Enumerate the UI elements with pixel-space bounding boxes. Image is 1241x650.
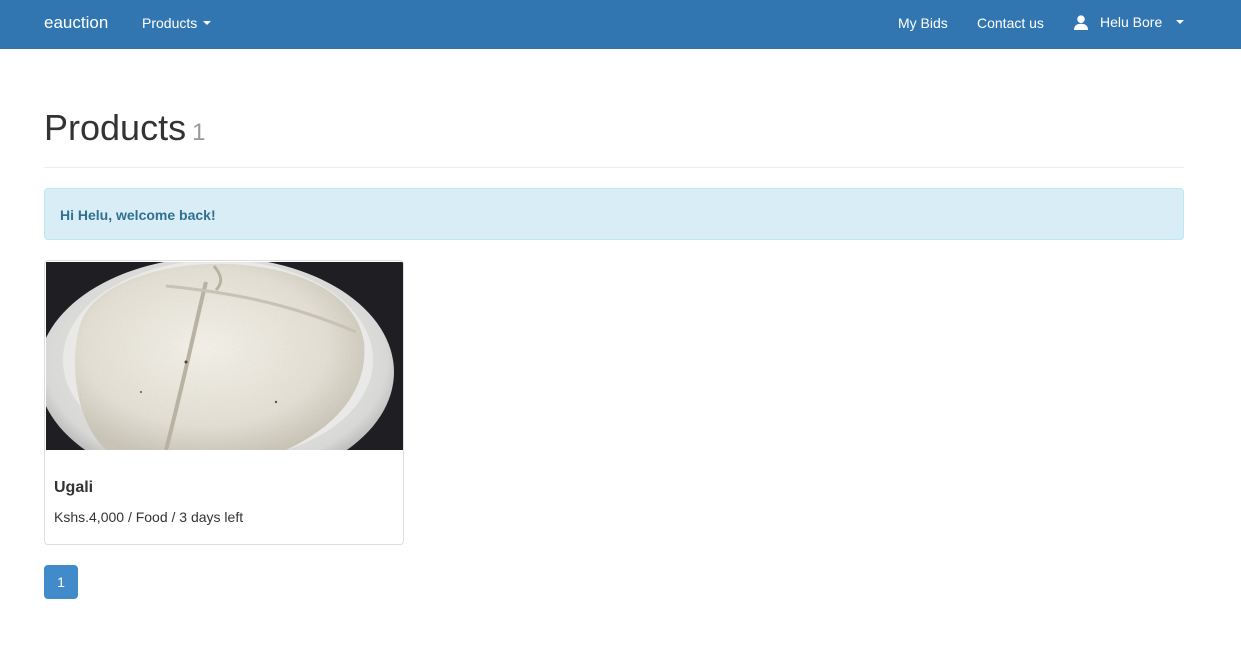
product-name[interactable]: Ugali — [54, 479, 93, 497]
user-icon — [1074, 14, 1088, 30]
header-divider — [44, 167, 1184, 168]
caret-down-icon — [203, 21, 212, 25]
product-image[interactable] — [46, 262, 403, 450]
page-title: Products 1 — [44, 108, 1184, 153]
pagination-page-1[interactable]: 1 — [44, 565, 78, 599]
top-navbar: eauction Products My Bids Contact us Hel… — [0, 0, 1241, 49]
user-name: Helu Bore — [1100, 14, 1163, 30]
products-dropdown-label: Products — [142, 15, 198, 31]
products-dropdown[interactable]: Products — [142, 15, 212, 31]
page-header: Products 1 — [44, 108, 1184, 153]
user-menu-dropdown[interactable]: Helu Bore — [1074, 14, 1185, 30]
caret-down-icon — [1176, 20, 1185, 24]
product-card[interactable]: Ugali Kshs.4,000 / Food / 3 days left — [44, 260, 404, 545]
page-title-text: Products — [44, 107, 187, 148]
brand-link[interactable]: eauction — [44, 13, 108, 33]
contact-us-link[interactable]: Contact us — [977, 15, 1044, 31]
product-count: 1 — [192, 119, 206, 146]
welcome-message: Hi Helu, welcome back! — [60, 207, 216, 223]
my-bids-link[interactable]: My Bids — [898, 15, 948, 31]
product-meta: Kshs.4,000 / Food / 3 days left — [54, 509, 244, 525]
welcome-alert: Hi Helu, welcome back! — [44, 188, 1184, 240]
